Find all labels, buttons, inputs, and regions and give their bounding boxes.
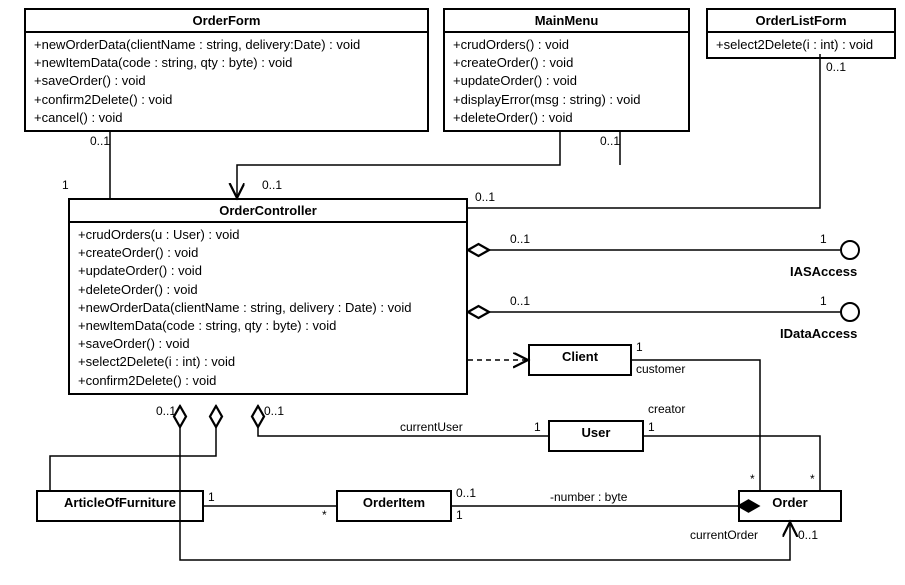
class-name: OrderForm <box>26 10 427 33</box>
role-currentorder: currentOrder <box>690 528 758 542</box>
op: +select2Delete(i : int) : void <box>716 36 886 54</box>
op: +updateOrder() : void <box>78 262 458 280</box>
class-name: OrderListForm <box>708 10 894 33</box>
mult: 0..1 <box>798 528 818 542</box>
class-name: OrderItem <box>338 492 450 513</box>
op: +deleteOrder() : void <box>453 109 680 127</box>
role-number: -number : byte <box>550 490 627 504</box>
mult: * <box>750 472 755 486</box>
class-name: MainMenu <box>445 10 688 33</box>
mult: 1 <box>456 508 463 522</box>
mult: * <box>322 508 327 522</box>
class-articleoffurniture: ArticleOfFurniture <box>36 490 204 522</box>
role-creator: creator <box>648 402 685 416</box>
op: +saveOrder() : void <box>78 335 458 353</box>
class-mainmenu: MainMenu +crudOrders() : void +createOrd… <box>443 8 690 132</box>
class-body: +crudOrders() : void +createOrder() : vo… <box>445 33 688 130</box>
class-orderform: OrderForm +newOrderData(clientName : str… <box>24 8 429 132</box>
role-currentuser: currentUser <box>400 420 463 434</box>
mult: 1 <box>534 420 541 434</box>
op: +confirm2Delete() : void <box>34 91 419 109</box>
class-body: +crudOrders(u : User) : void +createOrde… <box>70 223 466 393</box>
mult: 1 <box>820 294 827 308</box>
mult: 1 <box>62 178 69 192</box>
op: +deleteOrder() : void <box>78 281 458 299</box>
mult: 1 <box>820 232 827 246</box>
interface-iasaccess-circle <box>840 240 860 260</box>
class-orderlistform: OrderListForm +select2Delete(i : int) : … <box>706 8 896 59</box>
mult: 0..1 <box>90 134 110 148</box>
mult: 0..1 <box>510 232 530 246</box>
op: +newItemData(code : string, qty : byte) … <box>34 54 419 72</box>
mult: 0..1 <box>156 404 176 418</box>
class-ordercontroller: OrderController +crudOrders(u : User) : … <box>68 198 468 395</box>
op: +createOrder() : void <box>78 244 458 262</box>
mult: 0..1 <box>510 294 530 308</box>
class-name: ArticleOfFurniture <box>38 492 202 513</box>
op: +newItemData(code : string, qty : byte) … <box>78 317 458 335</box>
op: +crudOrders() : void <box>453 36 680 54</box>
interface-idataaccess-circle <box>840 302 860 322</box>
op: +createOrder() : void <box>453 54 680 72</box>
mult: 0..1 <box>264 404 284 418</box>
class-client: Client <box>528 344 632 376</box>
class-name: User <box>550 422 642 443</box>
op: +crudOrders(u : User) : void <box>78 226 458 244</box>
mult: 0..1 <box>262 178 282 192</box>
interface-idataaccess-label: IDataAccess <box>780 326 857 341</box>
class-name: OrderController <box>70 200 466 223</box>
class-user: User <box>548 420 644 452</box>
class-orderitem: OrderItem <box>336 490 452 522</box>
op: +newOrderData(clientName : string, deliv… <box>34 36 419 54</box>
mult: 1 <box>208 490 215 504</box>
role-customer: customer <box>636 362 685 376</box>
mult: 0..1 <box>600 134 620 148</box>
op: +saveOrder() : void <box>34 72 419 90</box>
op: +cancel() : void <box>34 109 419 127</box>
class-name: Client <box>530 346 630 367</box>
class-name: Order <box>740 492 840 513</box>
op: +confirm2Delete() : void <box>78 372 458 390</box>
interface-iasaccess-label: IASAccess <box>790 264 857 279</box>
class-body: +newOrderData(clientName : string, deliv… <box>26 33 427 130</box>
op: +displayError(msg : string) : void <box>453 91 680 109</box>
mult: 0..1 <box>826 60 846 74</box>
class-body: +select2Delete(i : int) : void <box>708 33 894 57</box>
op: +newOrderData(clientName : string, deliv… <box>78 299 458 317</box>
mult: 1 <box>648 420 655 434</box>
mult: 1 <box>636 340 643 354</box>
class-order: Order <box>738 490 842 522</box>
mult: 0..1 <box>456 486 476 500</box>
mult: * <box>810 472 815 486</box>
op: +select2Delete(i : int) : void <box>78 353 458 371</box>
mult: 0..1 <box>475 190 495 204</box>
op: +updateOrder() : void <box>453 72 680 90</box>
